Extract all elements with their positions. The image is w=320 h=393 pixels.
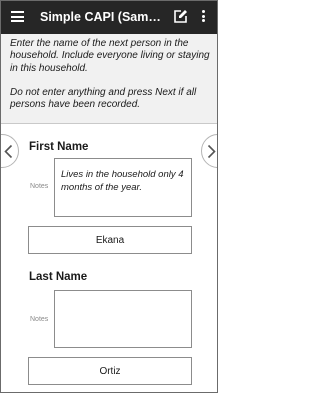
last-name-notes-field[interactable] xyxy=(54,290,192,348)
question-instructions: Enter the name of the next person in the… xyxy=(1,34,217,124)
last-name-answer-button[interactable]: Ortiz xyxy=(28,357,192,385)
app-bar: Simple CAPI (Sample... xyxy=(1,1,217,34)
instruction-text-2: Do not enter anything and press Next if … xyxy=(10,86,197,111)
app-title: Simple CAPI (Sample... xyxy=(40,10,168,24)
first-name-notes-label: Notes xyxy=(30,183,49,190)
first-name-label: First Name xyxy=(29,141,89,153)
more-vert-icon[interactable] xyxy=(200,10,206,25)
previous-button[interactable] xyxy=(1,134,19,168)
chevron-right-icon xyxy=(207,144,216,159)
instruction-text-1: Enter the name of the next person in the… xyxy=(10,38,210,74)
first-name-answer-button[interactable]: Ekana xyxy=(28,226,192,254)
next-button[interactable] xyxy=(201,134,217,168)
last-name-notes-label: Notes xyxy=(30,316,49,323)
edit-icon[interactable] xyxy=(173,9,188,24)
app-window: Simple CAPI (Sample... Enter the name of… xyxy=(0,0,218,393)
last-name-label: Last Name xyxy=(29,271,88,283)
menu-icon[interactable] xyxy=(11,11,24,22)
chevron-left-icon xyxy=(4,144,13,159)
first-name-notes-field[interactable]: Lives in the household only 4 months of … xyxy=(54,158,192,217)
